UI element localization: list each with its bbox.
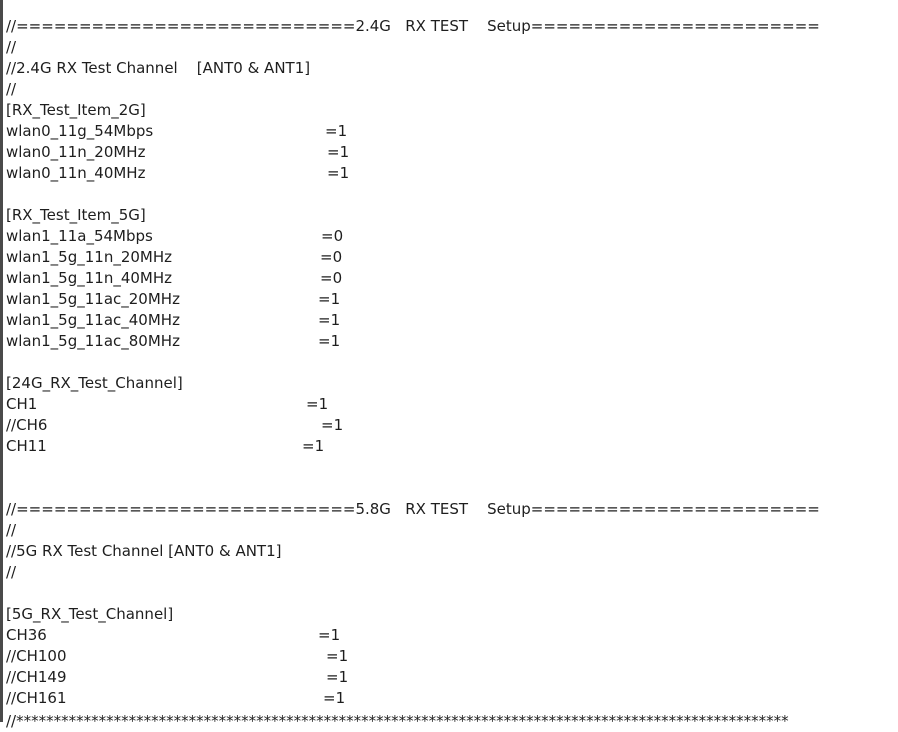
text-line: wlan1_5g_11n_20MHz xyxy=(6,248,173,266)
value-text: =1 xyxy=(325,122,348,140)
text-line: //CH6 xyxy=(6,416,48,434)
value-text: =1 xyxy=(318,311,341,329)
value-text: =0 xyxy=(321,227,344,245)
text-line: //===========================2.4G RX TES… xyxy=(6,17,820,35)
text-editor[interactable]: //===========================2.4G RX TES… xyxy=(0,0,898,730)
text-line: [24G_RX_Test_Channel] xyxy=(6,374,183,392)
text-line: //===========================5.8G RX TES… xyxy=(6,500,820,518)
text-line: // xyxy=(6,563,17,581)
left-border xyxy=(0,0,3,722)
text-line: //CH149 xyxy=(6,668,67,686)
text-line: [RX_Test_Item_5G] xyxy=(6,206,146,224)
text-line: // xyxy=(6,521,17,539)
text-line: CH1 xyxy=(6,395,38,413)
text-line: [RX_Test_Item_2G] xyxy=(6,101,146,119)
value-text: =0 xyxy=(320,248,343,266)
text-line: wlan1_11a_54Mbps xyxy=(6,227,153,245)
text-line: wlan0_11n_20MHz xyxy=(6,143,146,161)
value-text: =1 xyxy=(318,626,341,644)
value-text: =1 xyxy=(326,647,349,665)
value-text: =1 xyxy=(306,395,329,413)
value-text: =1 xyxy=(321,416,344,434)
text-line: //2.4G RX Test Channel [ANT0 & ANT1] xyxy=(6,59,311,77)
text-line: //CH161 xyxy=(6,689,67,707)
text-line: //CH100 xyxy=(6,647,67,665)
text-line: CH36 xyxy=(6,626,47,644)
text-line: // xyxy=(6,38,17,56)
text-line: wlan1_5g_11ac_20MHz xyxy=(6,290,180,308)
value-text: =1 xyxy=(323,689,346,707)
text-line: CH11 xyxy=(6,437,47,455)
text-line: wlan1_5g_11ac_40MHz xyxy=(6,311,180,329)
value-text: =1 xyxy=(302,437,325,455)
text-line: // xyxy=(6,80,17,98)
text-line: wlan0_11n_40MHz xyxy=(6,164,146,182)
text-line: [5G_RX_Test_Channel] xyxy=(6,605,174,623)
text-line: wlan1_5g_11n_40MHz xyxy=(6,269,173,287)
text-line: //5G RX Test Channel [ANT0 & ANT1] xyxy=(6,542,282,560)
value-text: =0 xyxy=(320,269,343,287)
value-text: =1 xyxy=(326,668,349,686)
value-text: =1 xyxy=(327,143,350,161)
text-line: wlan0_11g_54Mbps xyxy=(6,122,154,140)
text-line: wlan1_5g_11ac_80MHz xyxy=(6,332,180,350)
value-text: =1 xyxy=(327,164,350,182)
value-text: =1 xyxy=(318,290,341,308)
value-text: =1 xyxy=(318,332,341,350)
